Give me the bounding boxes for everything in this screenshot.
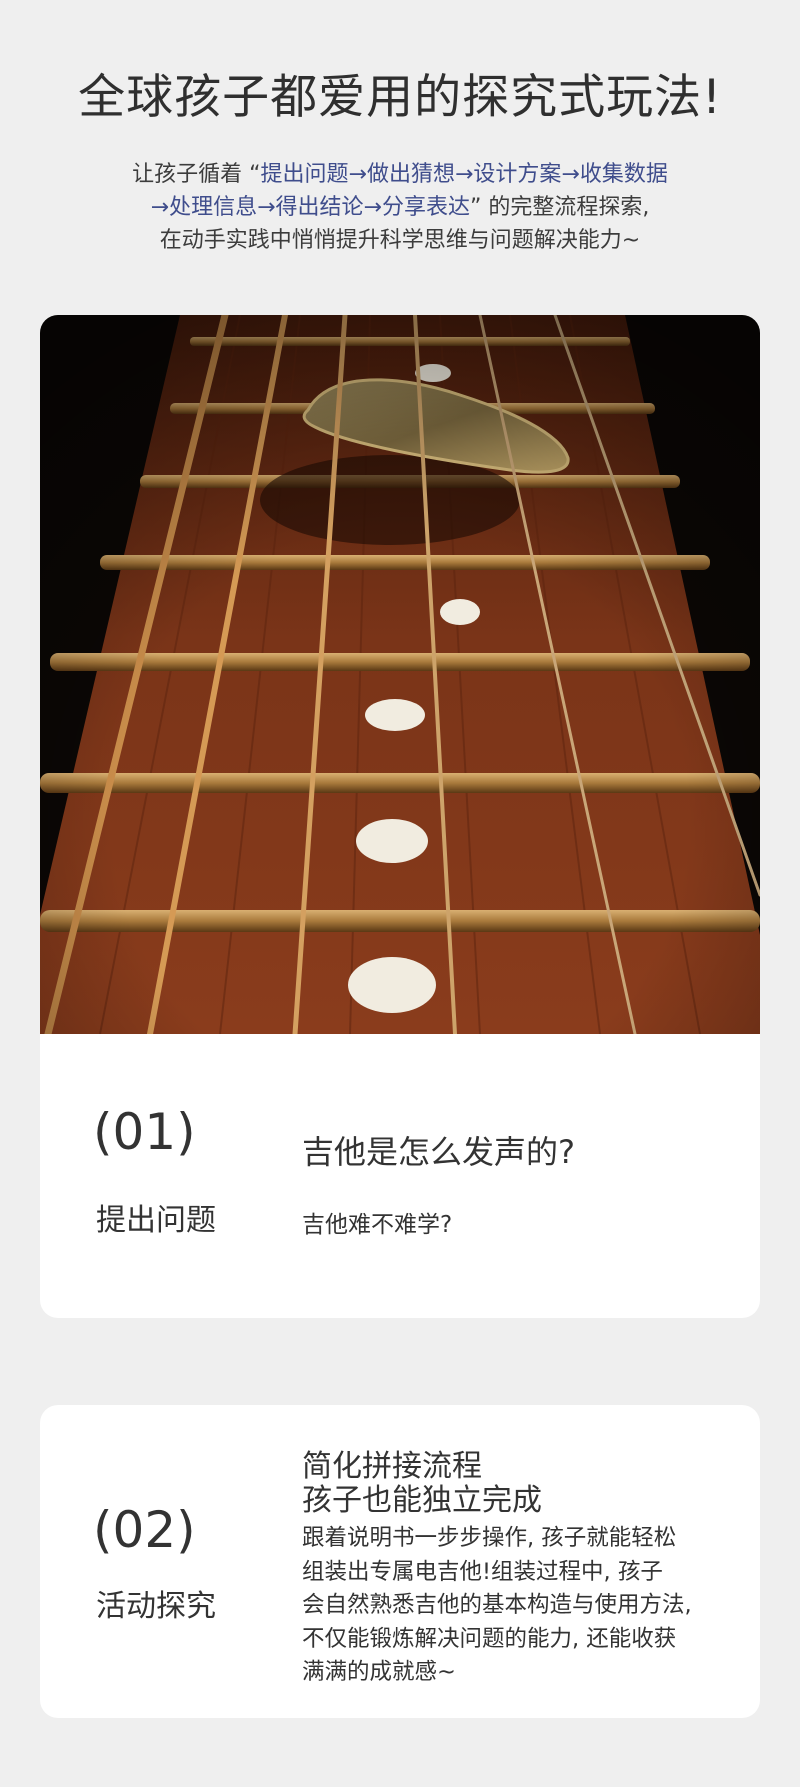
intro-line-2: →处理信息→得出结论→分享表达” 的完整流程探索, xyxy=(0,191,800,224)
step-heading-line-1: 简化拼接流程 xyxy=(302,1449,482,1484)
intro-prefix: 让孩子循着 “ xyxy=(132,162,261,187)
step-question-sub: 吉他难不难学? xyxy=(302,1212,453,1238)
step-description-line: 不仅能锻炼解决问题的能力, 还能收获 xyxy=(302,1625,677,1652)
step-label: 提出问题 xyxy=(96,1203,216,1238)
step-description-line: 组装出专属电吉他!组装过程中, 孩子 xyxy=(302,1558,663,1585)
step-label: 活动探究 xyxy=(96,1589,216,1624)
intro-paragraph: 让孩子循着 “提出问题→做出猜想→设计方案→收集数据 →处理信息→得出结论→分享… xyxy=(0,158,800,257)
step-heading-line-2: 孩子也能独立完成 xyxy=(302,1483,542,1518)
step-description-line: 会自然熟悉吉他的基本构造与使用方法, xyxy=(302,1592,692,1618)
intro-line-1: 让孩子循着 “提出问题→做出猜想→设计方案→收集数据 xyxy=(0,158,800,191)
page-title: 全球孩子都爱用的探究式玩法! xyxy=(78,70,722,125)
intro-suffix: ” 的完整流程探索, xyxy=(469,195,650,220)
step-card-02: (02) 活动探究 简化拼接流程 孩子也能独立完成 跟着说明书一步步操作, 孩子… xyxy=(40,1405,760,1718)
step-description: 跟着说明书一步步操作, 孩子就能轻松 组装出专属电吉他!组装过程中, 孩子 会自… xyxy=(302,1522,742,1690)
guitar-fretboard-photo xyxy=(40,315,760,1034)
step-card-01: (01) 提出问题 吉他是怎么发声的? 吉他难不难学? xyxy=(40,315,760,1318)
intro-line-3: 在动手实践中悄悄提升科学思维与问题解决能力~ xyxy=(159,228,641,253)
step-number: (02) xyxy=(93,1501,196,1559)
step-number: (01) xyxy=(93,1103,196,1161)
intro-flow-2: →处理信息→得出结论→分享表达 xyxy=(150,195,470,220)
step-description-line: 满满的成就感~ xyxy=(302,1659,456,1685)
step-question-main: 吉他是怎么发声的? xyxy=(302,1133,575,1171)
step-description-line: 跟着说明书一步步操作, 孩子就能轻松 xyxy=(302,1525,677,1551)
intro-flow-1: 提出问题→做出猜想→设计方案→收集数据 xyxy=(260,162,668,187)
